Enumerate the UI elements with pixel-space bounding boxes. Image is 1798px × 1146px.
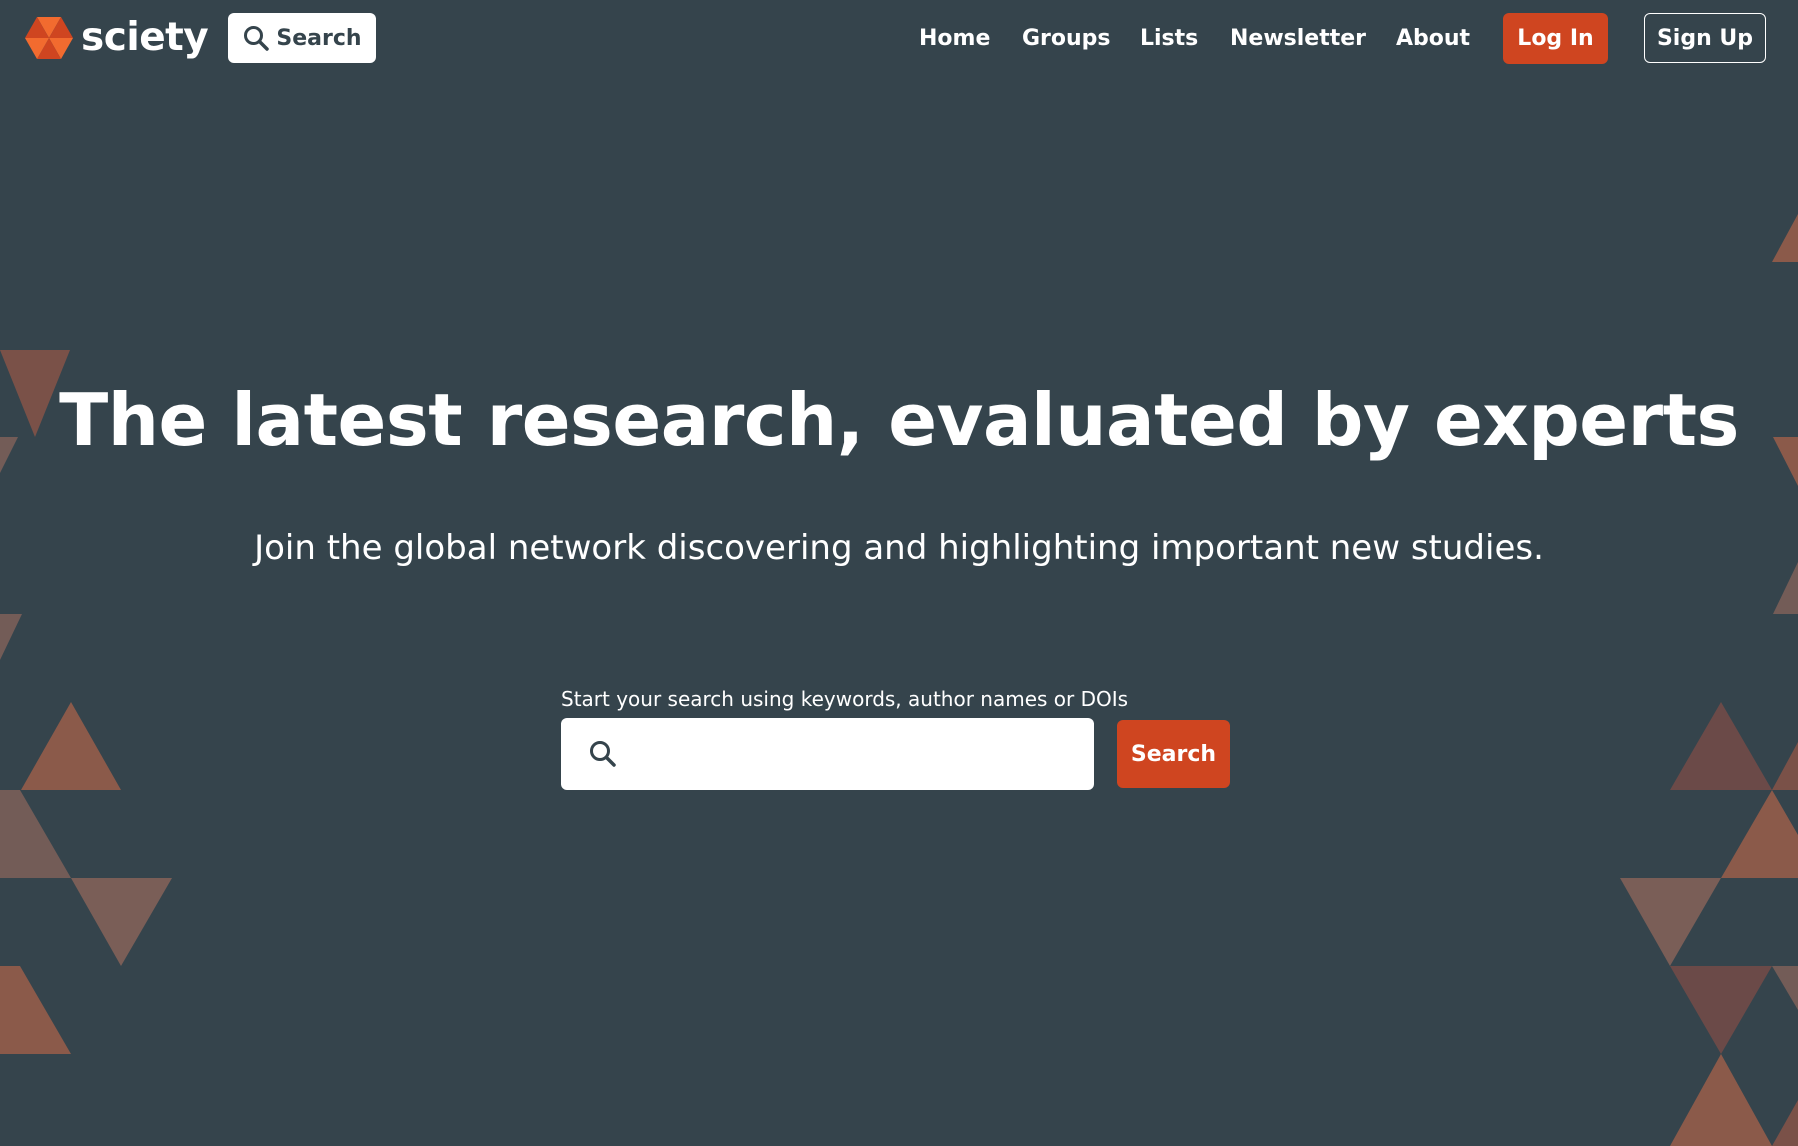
login-button[interactable]: Log In <box>1503 13 1608 64</box>
home-logo-link[interactable]: sciety <box>25 13 209 63</box>
nav-link-home[interactable]: Home <box>919 13 990 63</box>
deco-triangle-left-4 <box>21 702 121 790</box>
search-field-container[interactable] <box>561 718 1094 790</box>
deco-triangle-left-6 <box>71 878 172 966</box>
deco-triangle-right-9 <box>1772 966 1798 1010</box>
deco-triangle-right-10 <box>1670 1054 1772 1146</box>
nav-link-groups[interactable]: Groups <box>1022 13 1111 63</box>
brand-name: sciety <box>81 15 209 60</box>
nav-link-newsletter[interactable]: Newsletter <box>1230 13 1366 63</box>
deco-triangle-right-5 <box>1772 742 1798 790</box>
search-field-label: Start your search using keywords, author… <box>561 687 1129 711</box>
hero-title: The latest research, evaluated by expert… <box>59 378 1739 462</box>
sciety-logo-icon <box>25 17 73 59</box>
search-icon <box>244 26 270 51</box>
deco-triangle-left-7 <box>0 966 71 1054</box>
header-search-label: Search <box>276 25 362 51</box>
search-input[interactable] <box>631 723 1082 785</box>
deco-triangle-right-11 <box>1772 1100 1798 1146</box>
deco-triangle-right-7 <box>1620 878 1721 966</box>
hero-subtitle: Join the global network discovering and … <box>254 528 1544 568</box>
search-icon <box>590 741 616 767</box>
deco-triangle-left-3 <box>0 614 22 660</box>
nav-link-lists[interactable]: Lists <box>1140 13 1198 63</box>
deco-triangle-right-8 <box>1670 966 1772 1054</box>
nav-link-about[interactable]: About <box>1396 13 1470 63</box>
deco-triangle-right-4 <box>1670 702 1772 790</box>
search-submit-button[interactable]: Search <box>1117 720 1230 788</box>
deco-triangle-right-1 <box>1772 214 1798 262</box>
deco-triangle-left-5 <box>0 790 71 878</box>
signup-button[interactable]: Sign Up <box>1644 13 1766 63</box>
site-header: sciety Search Home Groups Lists Newslett… <box>0 0 1798 76</box>
deco-triangle-right-6 <box>1721 790 1798 878</box>
header-search-button[interactable]: Search <box>228 13 376 63</box>
